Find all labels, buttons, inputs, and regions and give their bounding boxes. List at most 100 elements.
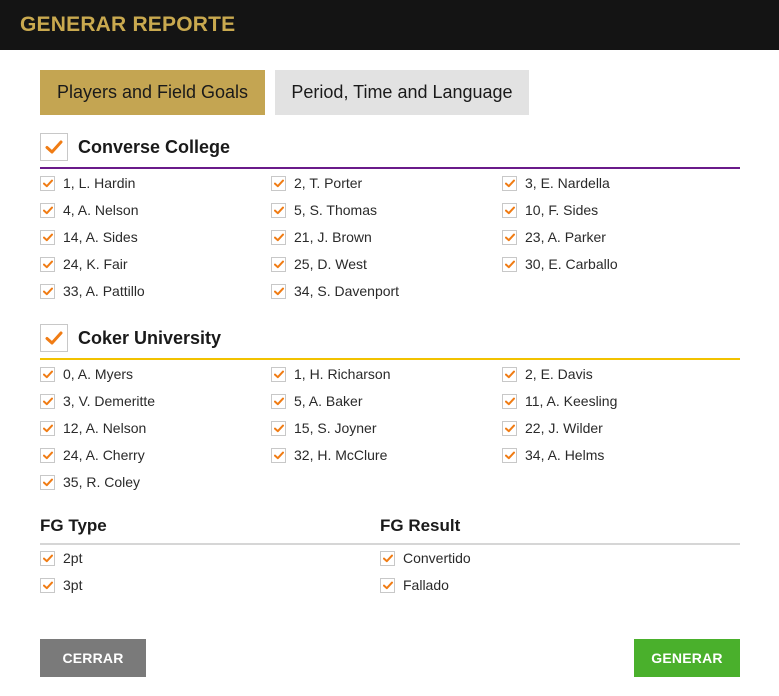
player-checkbox-item[interactable]: 3, V. Demeritte (40, 391, 155, 411)
player-checkbox-item[interactable]: 0, A. Myers (40, 364, 133, 384)
checkbox[interactable] (271, 283, 286, 299)
checkbox[interactable] (40, 550, 55, 566)
check-icon (273, 287, 284, 295)
checkbox[interactable] (271, 366, 286, 382)
checkbox[interactable] (40, 202, 55, 218)
checkbox[interactable] (271, 175, 286, 191)
checkbox[interactable] (380, 550, 395, 566)
checkbox[interactable] (502, 202, 517, 218)
checkbox[interactable] (502, 229, 517, 245)
player-label: 2, T. Porter (294, 175, 363, 191)
checkbox[interactable] (502, 447, 517, 463)
player-checkbox-item[interactable]: 15, S. Joyner (271, 418, 377, 438)
player-checkbox-item[interactable]: 24, A. Cherry (40, 445, 145, 465)
close-button[interactable]: CERRAR (40, 639, 146, 677)
checkbox[interactable] (40, 229, 55, 245)
fg-type-option-2pt[interactable]: 2pt (40, 548, 82, 568)
checkbox[interactable] (271, 393, 286, 409)
fg-type-option-3pt[interactable]: 3pt (40, 575, 82, 595)
player-label: 3, E. Nardella (525, 175, 610, 191)
check-icon (504, 233, 515, 241)
player-checkbox-item[interactable]: 5, S. Thomas (271, 200, 377, 220)
checkbox[interactable] (502, 393, 517, 409)
check-icon (273, 424, 284, 432)
player-checkbox-item[interactable]: 32, H. McClure (271, 445, 387, 465)
player-label: 3, V. Demeritte (63, 393, 156, 409)
checkbox[interactable] (271, 202, 286, 218)
player-label: 24, A. Cherry (63, 447, 145, 463)
tab-players-and-field-goals[interactable]: Players and Field Goals (40, 70, 265, 115)
checkbox[interactable] (40, 283, 55, 299)
fg-type-divider (40, 543, 380, 545)
check-icon (273, 451, 284, 459)
checkbox[interactable] (40, 474, 55, 490)
dialog-title: GENERAR REPORTE (20, 13, 236, 36)
player-checkbox-item[interactable]: 34, A. Helms (502, 445, 604, 465)
player-label: 34, S. Davenport (294, 283, 400, 299)
player-checkbox-item[interactable]: 14, A. Sides (40, 227, 138, 247)
player-checkbox-item[interactable]: 3, E. Nardella (502, 173, 610, 193)
team-1-divider (40, 167, 740, 169)
player-checkbox-item[interactable]: 30, E. Carballo (502, 254, 618, 274)
player-label: 25, D. West (294, 256, 367, 272)
player-checkbox-item[interactable]: 5, A. Baker (271, 391, 362, 411)
checkbox[interactable] (271, 447, 286, 463)
checkbox[interactable] (502, 420, 517, 436)
checkbox[interactable] (40, 420, 55, 436)
player-label: 21, J. Brown (294, 229, 372, 245)
check-icon (382, 581, 393, 589)
player-checkbox-item[interactable]: 2, T. Porter (271, 173, 362, 193)
check-icon (273, 179, 284, 187)
team-2-select-all-checkbox[interactable] (40, 324, 68, 352)
team-1-name: Converse College (78, 137, 231, 157)
player-checkbox-item[interactable]: 22, J. Wilder (502, 418, 603, 438)
option-label: Convertido (403, 550, 471, 566)
check-icon (504, 260, 515, 268)
check-icon (504, 451, 515, 459)
player-checkbox-item[interactable]: 25, D. West (271, 254, 367, 274)
player-checkbox-item[interactable]: 21, J. Brown (271, 227, 372, 247)
player-checkbox-item[interactable]: 10, F. Sides (502, 200, 598, 220)
checkbox[interactable] (40, 447, 55, 463)
tab-period-time-and-language[interactable]: Period, Time and Language (275, 70, 529, 115)
player-label: 22, J. Wilder (525, 420, 603, 436)
player-label: 5, S. Thomas (294, 202, 378, 218)
player-checkbox-item[interactable]: 35, R. Coley (40, 472, 140, 492)
player-checkbox-item[interactable]: 34, S. Davenport (271, 281, 399, 301)
checkbox[interactable] (40, 175, 55, 191)
player-checkbox-item[interactable]: 1, L. Hardin (40, 173, 135, 193)
checkbox[interactable] (40, 577, 55, 593)
player-checkbox-item[interactable]: 24, K. Fair (40, 254, 128, 274)
check-icon (42, 233, 53, 241)
checkbox[interactable] (502, 256, 517, 272)
player-checkbox-item[interactable]: 12, A. Nelson (40, 418, 146, 438)
check-icon (42, 287, 53, 295)
check-icon (42, 260, 53, 268)
checkbox[interactable] (271, 420, 286, 436)
checkbox[interactable] (271, 229, 286, 245)
fg-result-option-convertido[interactable]: Convertido (380, 548, 471, 568)
player-checkbox-item[interactable]: 11, A. Keesling (502, 391, 617, 411)
player-label: 24, K. Fair (63, 256, 128, 272)
player-checkbox-item[interactable]: 1, H. Richarson (271, 364, 390, 384)
player-checkbox-item[interactable]: 4, A. Nelson (40, 200, 139, 220)
checkbox[interactable] (271, 256, 286, 272)
team-2-name: Coker University (78, 328, 222, 348)
check-icon (504, 179, 515, 187)
checkbox[interactable] (502, 366, 517, 382)
player-label: 34, A. Helms (525, 447, 605, 463)
check-icon (504, 370, 515, 378)
fg-result-option-fallado[interactable]: Fallado (380, 575, 449, 595)
checkbox[interactable] (40, 256, 55, 272)
check-icon (42, 370, 53, 378)
checkbox[interactable] (502, 175, 517, 191)
generate-button[interactable]: GENERAR (634, 639, 740, 677)
player-checkbox-item[interactable]: 23, A. Parker (502, 227, 606, 247)
checkbox[interactable] (380, 577, 395, 593)
player-checkbox-item[interactable]: 2, E. Davis (502, 364, 593, 384)
check-icon (45, 140, 63, 154)
player-checkbox-item[interactable]: 33, A. Pattillo (40, 281, 145, 301)
team-1-select-all-checkbox[interactable] (40, 133, 68, 161)
checkbox[interactable] (40, 366, 55, 382)
checkbox[interactable] (40, 393, 55, 409)
